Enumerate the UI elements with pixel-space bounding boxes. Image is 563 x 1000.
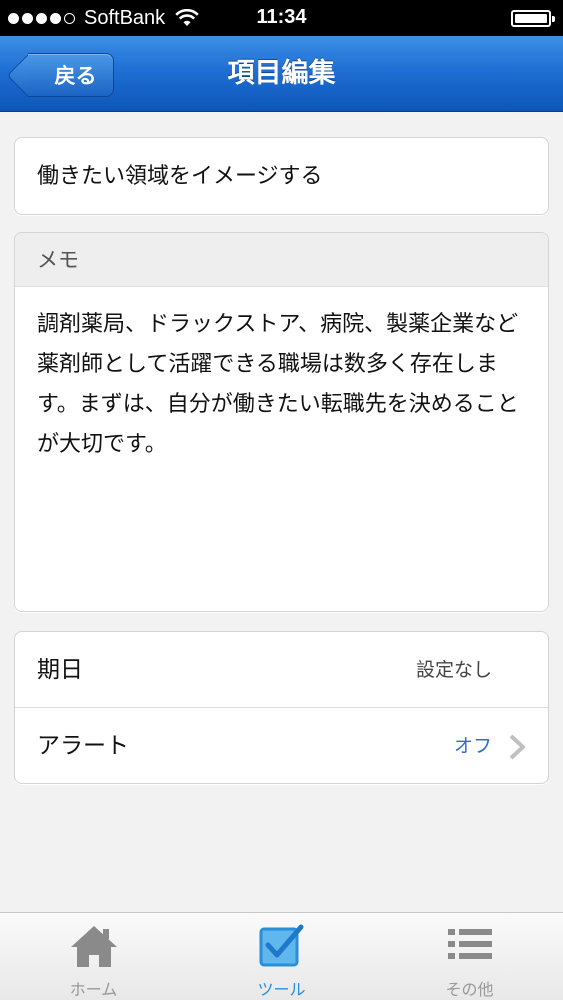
tab-home[interactable]: ホーム xyxy=(0,913,187,1000)
settings-card: 期日 設定なし アラート オフ xyxy=(14,631,549,784)
memo-textarea[interactable]: 調剤薬局、ドラックストア、病院、製薬企業など薬剤師として活躍できる職場は数多く存… xyxy=(15,287,548,465)
signal-strength-icon xyxy=(8,12,75,24)
checkbox-icon xyxy=(259,924,303,967)
tab-other[interactable]: その他 xyxy=(376,913,563,1000)
memo-header: メモ xyxy=(15,233,548,287)
list-icon xyxy=(447,929,492,959)
back-button[interactable]: 戻る xyxy=(28,53,114,97)
battery-icon xyxy=(511,10,555,27)
tab-tool[interactable]: ツール xyxy=(188,913,375,1000)
alert-value: オフ xyxy=(453,735,492,757)
item-title-field[interactable]: 働きたい領域をイメージする xyxy=(14,137,549,215)
status-bar: SoftBank 11:34 xyxy=(0,0,563,36)
tab-home-label: ホーム xyxy=(69,980,118,999)
chevron-right-icon xyxy=(509,734,525,760)
alert-label: アラート xyxy=(37,733,129,759)
back-button-label: 戻る xyxy=(54,64,97,88)
tab-tool-label: ツール xyxy=(257,980,306,999)
due-date-value: 設定なし xyxy=(415,659,492,681)
due-date-row[interactable]: 期日 設定なし xyxy=(15,632,548,708)
home-icon xyxy=(70,926,117,967)
carrier-name: SoftBank xyxy=(84,6,166,29)
due-date-label: 期日 xyxy=(37,657,83,683)
alert-row[interactable]: アラート オフ xyxy=(15,708,548,784)
memo-card: メモ 調剤薬局、ドラックストア、病院、製薬企業など薬剤師として活躍できる職場は数… xyxy=(14,232,549,612)
item-title-text: 働きたい領域をイメージする xyxy=(37,164,323,189)
tab-bar: ホーム ツール その他 xyxy=(0,912,563,1000)
tab-other-label: その他 xyxy=(445,980,494,999)
nav-bar: 戻る 項目編集 xyxy=(0,36,563,112)
wifi-icon xyxy=(175,9,199,26)
status-left: SoftBank xyxy=(8,0,199,36)
